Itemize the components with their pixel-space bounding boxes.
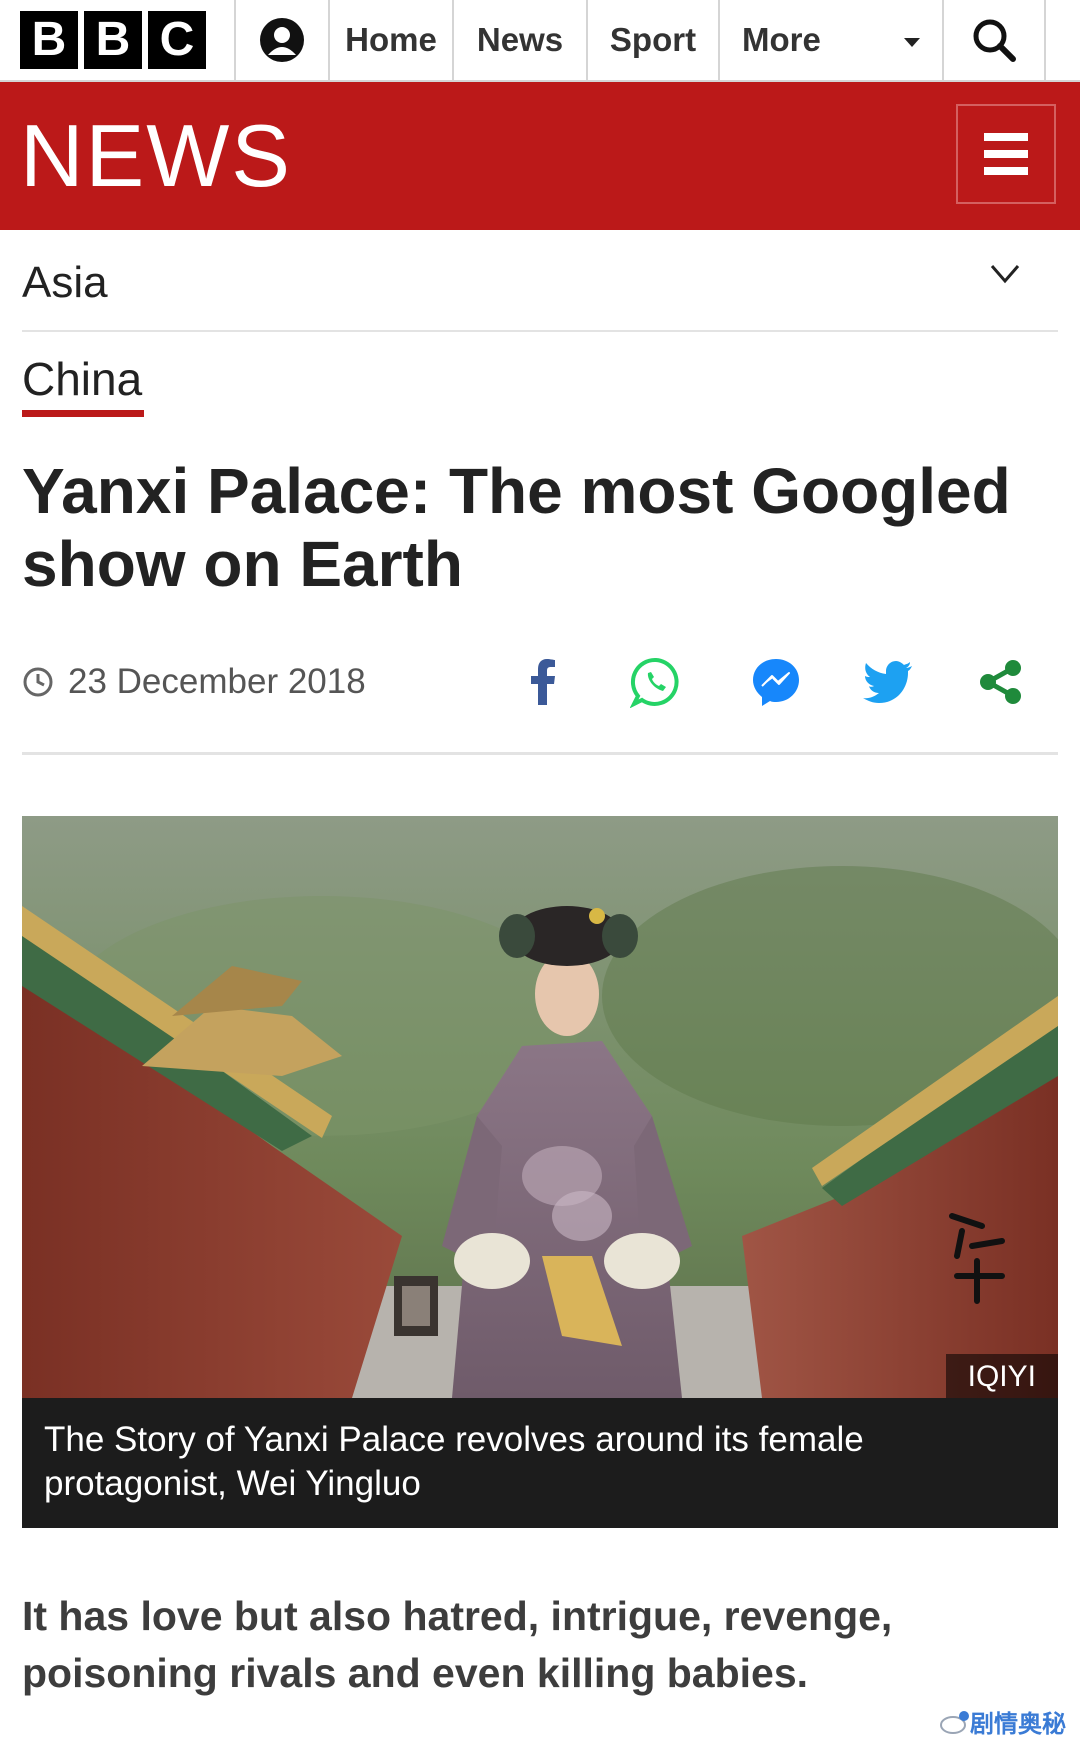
search-button[interactable]	[944, 0, 1046, 80]
bbc-logo-letter: B	[84, 11, 142, 69]
palace-scene-image	[22, 816, 1058, 1398]
top-navigation: B B C Home News Sport More	[0, 0, 1080, 82]
account-button[interactable]	[236, 0, 330, 80]
news-masthead: NEWS	[0, 82, 1080, 230]
topic-underline	[22, 410, 144, 417]
share-whatsapp-button[interactable]	[628, 654, 684, 710]
share-icon	[980, 660, 1021, 704]
share-facebook-button[interactable]	[515, 654, 571, 710]
search-icon	[973, 19, 1016, 62]
clock-icon	[23, 667, 53, 697]
weibo-icon	[940, 1710, 969, 1734]
topic-tag[interactable]: China	[22, 352, 142, 406]
twitter-icon	[863, 661, 912, 703]
menu-button[interactable]	[956, 104, 1056, 204]
nav-link-home[interactable]: Home	[330, 0, 454, 80]
share-messenger-button[interactable]	[748, 654, 804, 710]
article-date: 23 December 2018	[22, 662, 366, 702]
article-intro: It has love but also hatred, intrigue, r…	[22, 1593, 893, 1696]
article-headline: Yanxi Palace: The most Googled show on E…	[22, 455, 1011, 600]
whatsapp-icon	[630, 657, 679, 708]
image-caption: The Story of Yanxi Palace revolves aroun…	[22, 1398, 1058, 1528]
caret-down-icon	[904, 38, 920, 47]
watermark-text: 剧情奥秘	[970, 1711, 1066, 1738]
section-nav[interactable]: Asia	[22, 230, 1058, 332]
messenger-icon	[753, 659, 799, 706]
share-more-button[interactable]	[972, 654, 1028, 710]
hamburger-icon	[984, 133, 1028, 175]
facebook-icon	[531, 659, 555, 705]
bbc-logo-letter: B	[20, 11, 78, 69]
article-meta: 23 December 2018	[22, 640, 1058, 755]
watermark: 剧情奥秘	[940, 1704, 1066, 1739]
article-figure: IQIYI The Story of Yanxi Palace revolves…	[22, 816, 1058, 1528]
account-icon	[260, 18, 304, 62]
article-photo[interactable]	[22, 816, 1058, 1398]
news-logo[interactable]: NEWS	[20, 112, 292, 200]
nav-link-sport[interactable]: Sport	[588, 0, 720, 80]
bbc-logo-letter: C	[148, 11, 206, 69]
bbc-logo[interactable]: B B C	[0, 0, 236, 80]
nav-link-news[interactable]: News	[454, 0, 588, 80]
date-text: 23 December 2018	[68, 662, 366, 701]
nav-more-label: More	[742, 21, 821, 58]
section-label: Asia	[22, 258, 108, 307]
chevron-down-icon	[990, 265, 1020, 284]
nav-more-dropdown[interactable]: More	[720, 0, 944, 80]
share-twitter-button[interactable]	[860, 654, 916, 710]
image-credit: IQIYI	[945, 1354, 1058, 1398]
